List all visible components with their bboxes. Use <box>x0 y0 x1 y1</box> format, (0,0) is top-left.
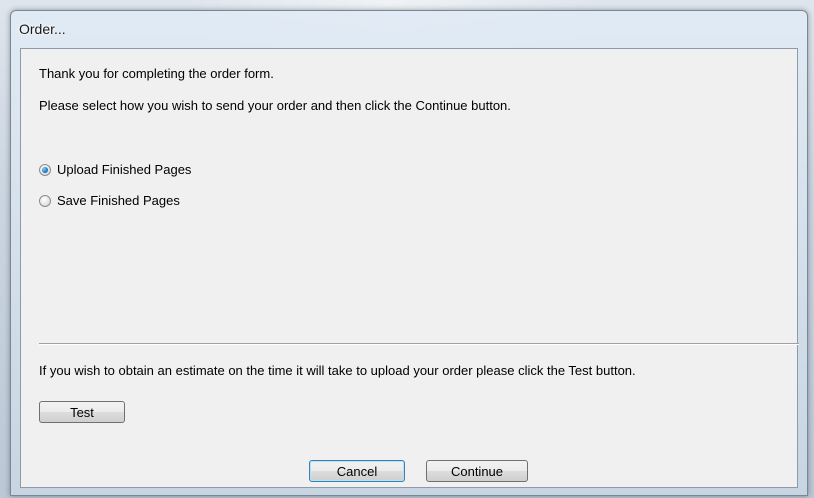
option-upload-finished-pages[interactable]: Upload Finished Pages <box>39 162 191 177</box>
intro-text: Thank you for completing the order form. <box>39 66 274 81</box>
estimate-text: If you wish to obtain an estimate on the… <box>39 363 636 378</box>
option-upload-label: Upload Finished Pages <box>57 162 192 177</box>
option-save-finished-pages[interactable]: Save Finished Pages <box>39 193 180 208</box>
radio-upload-selected[interactable] <box>39 163 51 176</box>
test-button[interactable]: Test <box>39 401 125 423</box>
dialog-client-area: Thank you for completing the order form.… <box>20 48 799 488</box>
continue-button[interactable]: Continue <box>426 460 528 482</box>
separator-line <box>39 343 799 345</box>
radio-save-unselected[interactable] <box>39 194 51 207</box>
title-bar[interactable]: Order... <box>11 11 807 47</box>
cancel-button[interactable]: Cancel <box>309 460 405 482</box>
option-save-label: Save Finished Pages <box>57 193 180 208</box>
order-dialog-window: Order... Thank you for completing the or… <box>10 10 808 496</box>
instruction-text: Please select how you wish to send your … <box>39 98 511 113</box>
window-title: Order... <box>19 21 66 37</box>
